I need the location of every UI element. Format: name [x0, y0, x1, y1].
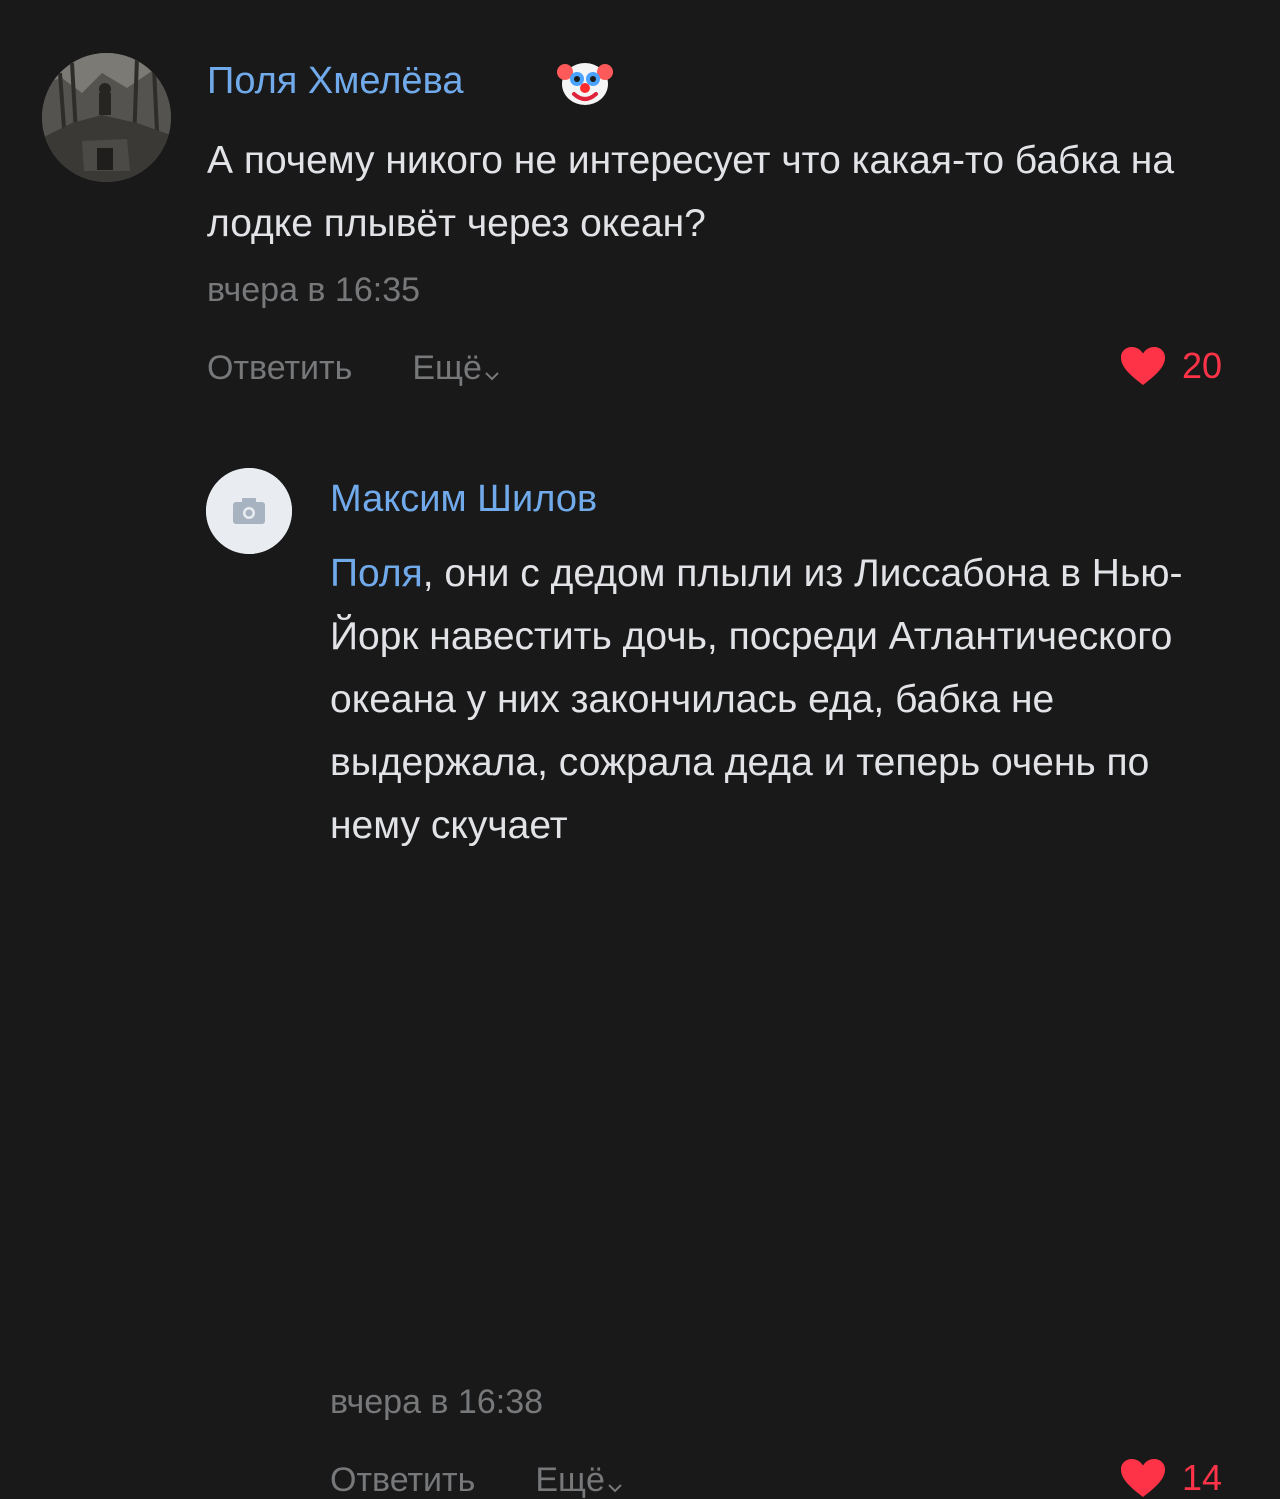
avatar[interactable]	[42, 53, 171, 182]
chevron-down-icon	[484, 353, 500, 387]
mention-link[interactable]: Поля	[330, 552, 423, 595]
comment-text-body: , они с дедом плыли из Лиссабона в Нью-Й…	[330, 552, 1183, 847]
avatar[interactable]	[206, 468, 292, 554]
like-button[interactable]: 14	[1120, 1458, 1222, 1498]
comment-text: А почему никого не интересует что какая-…	[207, 139, 1175, 245]
like-count: 14	[1182, 1457, 1223, 1498]
more-button[interactable]: Ещё	[535, 1463, 623, 1499]
chevron-down-icon	[607, 1465, 623, 1499]
author-name[interactable]: Максим Шилов	[330, 480, 597, 518]
like-count: 20	[1182, 345, 1223, 386]
reply-button[interactable]: Ответить	[207, 351, 352, 385]
comment-timestamp[interactable]: вчера в 16:38	[330, 1385, 543, 1419]
more-label: Ещё	[535, 1461, 605, 1499]
comment-reply: Максим Шилов Поля, они с дедом плыли из …	[0, 440, 1280, 1497]
comment-actions: Ответить Ещё	[330, 1463, 623, 1499]
heart-icon	[1121, 1459, 1165, 1497]
comment-actions: Ответить Ещё	[207, 351, 500, 387]
avatar-photo	[42, 53, 171, 182]
like-button[interactable]: 20	[1120, 346, 1222, 386]
more-button[interactable]: Ещё	[412, 351, 500, 387]
comment-text: Поля, они с дедом плыли из Лиссабона в Н…	[330, 542, 1250, 857]
comment-timestamp[interactable]: вчера в 16:35	[207, 273, 420, 307]
author-name[interactable]: Поля Хмелёва	[207, 62, 463, 100]
reply-button[interactable]: Ответить	[330, 1463, 475, 1497]
comment: Поля Хмелёва А почему никого не интересу…	[0, 0, 1280, 440]
clown-face-icon	[556, 57, 614, 107]
more-label: Ещё	[412, 349, 482, 387]
heart-icon	[1121, 347, 1165, 385]
camera-icon	[206, 468, 292, 554]
